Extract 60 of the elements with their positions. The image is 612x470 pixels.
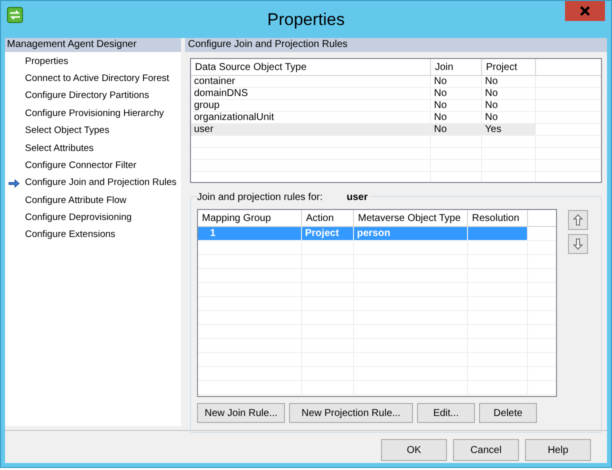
table-row[interactable]: domainDNS No No: [191, 88, 536, 99]
column-header[interactable]: Project: [482, 59, 536, 75]
sidebar-item[interactable]: Select Object Types: [25, 124, 110, 138]
down-arrow-icon: [573, 238, 583, 250]
table-cell: container: [191, 76, 431, 87]
sidebar-item[interactable]: Configure Extensions: [25, 228, 116, 243]
sidebar-item[interactable]: Select Attributes: [25, 142, 94, 156]
table-cell: user: [191, 124, 431, 135]
group-label: Join and projection rules for:: [197, 191, 323, 205]
object-type-value: user: [346, 191, 368, 205]
column-header[interactable]: Mapping Group: [198, 210, 302, 226]
sidebar-item[interactable]: Configure Directory Partitions: [25, 89, 150, 104]
rule-button[interactable]: New Join Rule...: [197, 403, 285, 423]
panel-header: Configure Join and Projection Rules: [185, 38, 607, 52]
table-cell: Project: [302, 227, 354, 240]
table-cell: No: [431, 112, 482, 123]
column-header[interactable]: Metaverse Object Type: [354, 210, 468, 226]
sidebar-item[interactable]: Configure Provisioning Hierarchy: [25, 106, 164, 121]
table-cell: No: [431, 124, 482, 135]
sidebar-header: Management Agent Designer: [5, 38, 181, 52]
table-cell: No: [482, 112, 536, 123]
table-cell: No: [482, 100, 536, 111]
move-up-button[interactable]: [568, 210, 588, 230]
up-arrow-icon: [573, 214, 583, 226]
window-title: Properties: [267, 8, 345, 31]
dialog-button[interactable]: Help: [525, 439, 591, 461]
column-header[interactable]: Data Source Object Type: [191, 59, 431, 75]
sidebar-item[interactable]: Configure Connector Filter: [25, 158, 136, 174]
dialog-button[interactable]: Cancel: [453, 439, 519, 461]
close-button[interactable]: [565, 1, 605, 21]
rule-button[interactable]: Edit...: [417, 403, 475, 423]
table-cell: Yes: [482, 124, 536, 135]
column-header[interactable]: Action: [302, 210, 354, 226]
sidebar-item[interactable]: Configure Join and Projection Rules: [25, 176, 177, 191]
table-cell: domainDNS: [191, 88, 431, 99]
rule-button[interactable]: Delete: [479, 403, 537, 423]
rule-button[interactable]: New Projection Rule...: [289, 403, 413, 423]
table-cell: 1: [198, 227, 302, 240]
table-cell: No: [431, 100, 482, 111]
table-row[interactable]: container No No: [191, 76, 536, 87]
table-cell: No: [482, 88, 536, 99]
table-row[interactable]: user No Yes: [191, 124, 536, 135]
column-header[interactable]: Resolution: [468, 210, 528, 226]
sidebar-item[interactable]: Configure Attribute Flow: [25, 194, 126, 208]
column-header[interactable]: Join: [431, 59, 482, 75]
table-cell: No: [482, 76, 536, 87]
table-row[interactable]: organizationalUnit No No: [191, 112, 536, 123]
table-cell: person: [354, 227, 468, 240]
move-down-button[interactable]: [568, 234, 588, 254]
sidebar-item[interactable]: Connect to Active Directory Forest: [25, 72, 170, 86]
table-cell: No: [431, 88, 482, 99]
sidebar-item[interactable]: Configure Deprovisioning: [25, 211, 132, 226]
table-cell: No: [431, 76, 482, 87]
table-row[interactable]: group No No: [191, 100, 536, 111]
table-cell: organizationalUnit: [191, 112, 431, 123]
app-icon: [7, 7, 23, 23]
close-icon: [580, 6, 590, 16]
table-cell: group: [191, 100, 431, 111]
sidebar-item[interactable]: Properties: [25, 54, 68, 69]
dialog-button[interactable]: OK: [381, 439, 447, 461]
